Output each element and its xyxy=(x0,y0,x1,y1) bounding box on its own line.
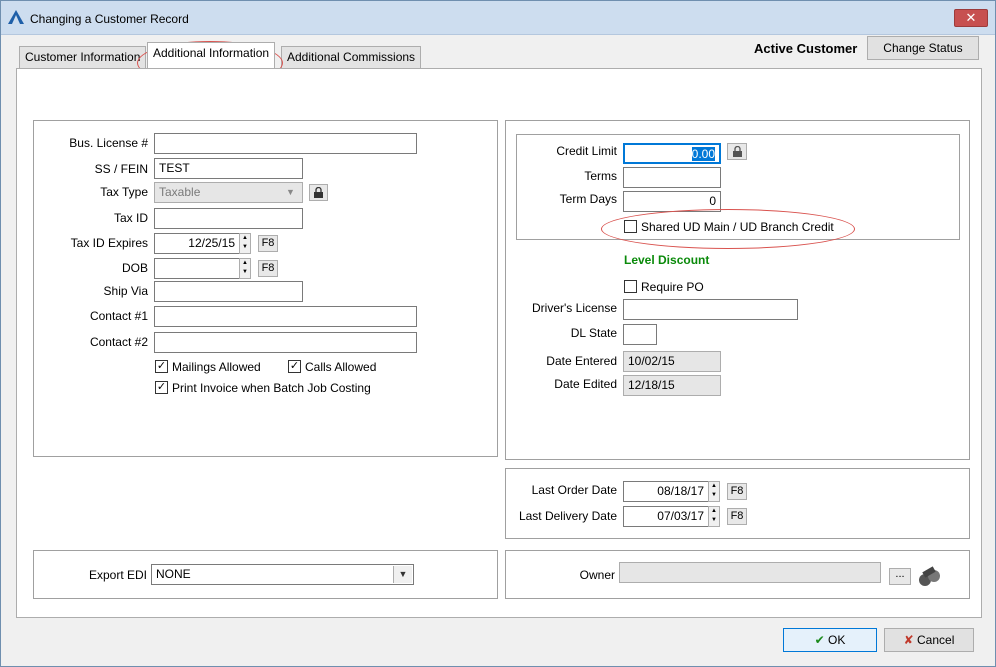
level-discount-label: Level Discount xyxy=(624,253,710,267)
tax-id-expires-input[interactable]: 12/25/15 xyxy=(154,233,240,254)
tax-id-expires-spinner[interactable]: ▲ ▼ xyxy=(239,233,251,254)
ok-label: OK xyxy=(828,633,846,647)
dob-input[interactable] xyxy=(154,258,240,279)
terms-label: Terms xyxy=(584,169,617,183)
owner-input xyxy=(619,562,881,583)
export-edi-label: Export EDI xyxy=(88,568,147,582)
dob-label: DOB xyxy=(121,261,148,275)
tab-customer-information[interactable]: Customer Information xyxy=(19,46,147,68)
last-delivery-date-f8-button[interactable]: F8 xyxy=(727,508,747,525)
term-days-label: Term Days xyxy=(559,192,617,206)
contact2-input[interactable] xyxy=(154,332,417,353)
tax-id-expires-f8-button[interactable]: F8 xyxy=(258,235,278,252)
tab-additional-commissions[interactable]: Additional Commissions xyxy=(281,46,422,68)
credit-limit-lock-icon[interactable] xyxy=(727,143,747,160)
last-order-date-label: Last Order Date xyxy=(531,483,617,497)
last-order-date-input[interactable]: 08/18/17 xyxy=(623,481,709,502)
window-title: Changing a Customer Record xyxy=(30,12,189,26)
ok-button[interactable]: ✔ OK xyxy=(783,628,877,652)
tab-additional-information[interactable]: Additional Information xyxy=(147,42,276,68)
shared-credit-checkbox[interactable] xyxy=(624,220,637,233)
tax-id-expires-label: Tax ID Expires xyxy=(70,236,148,250)
credit-limit-input[interactable]: 0.00 xyxy=(623,143,721,164)
last-delivery-date-label: Last Delivery Date xyxy=(518,509,617,523)
title-bar[interactable]: Changing a Customer Record ✕ xyxy=(1,1,995,35)
ss-fein-input[interactable]: TEST xyxy=(154,158,303,179)
print-invoice-label: Print Invoice when Batch Job Costing xyxy=(172,381,371,395)
bus-license-label: Bus. License # xyxy=(69,136,148,150)
lock-icon[interactable] xyxy=(309,184,328,201)
export-edi-select[interactable]: NONE xyxy=(151,564,414,585)
dl-state-label: DL State xyxy=(570,326,617,340)
calls-allowed-label: Calls Allowed xyxy=(305,360,377,374)
last-delivery-date-input[interactable]: 07/03/17 xyxy=(623,506,709,527)
last-order-date-f8-button[interactable]: F8 xyxy=(727,483,747,500)
last-order-date-spinner[interactable]: ▲ ▼ xyxy=(708,481,720,502)
tax-type-select[interactable]: Taxable xyxy=(154,182,303,203)
date-edited-value: 12/18/15 xyxy=(623,375,721,396)
require-po-label: Require PO xyxy=(641,280,704,294)
dl-state-input[interactable] xyxy=(623,324,657,345)
tax-id-input[interactable] xyxy=(154,208,303,229)
ss-fein-label: SS / FEIN xyxy=(94,162,148,176)
change-status-button[interactable]: Change Status xyxy=(867,36,979,60)
ship-via-input[interactable] xyxy=(154,281,303,302)
calls-allowed-checkbox[interactable]: ✓ xyxy=(288,360,301,373)
credit-limit-label: Credit Limit xyxy=(556,144,617,158)
date-entered-value: 10/02/15 xyxy=(623,351,721,372)
order-dates-group xyxy=(505,468,970,539)
print-invoice-checkbox[interactable]: ✓ xyxy=(155,381,168,394)
shared-credit-label: Shared UD Main / UD Branch Credit xyxy=(641,220,834,234)
cancel-label: Cancel xyxy=(917,633,955,647)
customer-status: Active Customer xyxy=(754,41,858,56)
mailings-allowed-checkbox[interactable]: ✓ xyxy=(155,360,168,373)
terms-input[interactable] xyxy=(623,167,721,188)
bus-license-input[interactable] xyxy=(154,133,417,154)
contact1-label: Contact #1 xyxy=(89,309,148,323)
drivers-license-input[interactable] xyxy=(623,299,798,320)
dob-spinner[interactable]: ▲ ▼ xyxy=(239,258,251,279)
drivers-license-label: Driver's License xyxy=(532,301,617,315)
contact2-label: Contact #2 xyxy=(89,335,148,349)
date-edited-label: Date Edited xyxy=(554,377,617,391)
cancel-button[interactable]: ✘ Cancel xyxy=(884,628,974,652)
require-po-checkbox[interactable] xyxy=(624,280,637,293)
dialog-window: Changing a Customer Record ✕ Customer In… xyxy=(0,0,996,667)
contact1-input[interactable] xyxy=(154,306,417,327)
last-delivery-date-spinner[interactable]: ▲ ▼ xyxy=(708,506,720,527)
ship-via-label: Ship Via xyxy=(103,284,148,298)
owner-label: Owner xyxy=(579,568,615,582)
check-icon: ✔ xyxy=(814,633,825,647)
credit-limit-value: 0.00 xyxy=(691,147,715,161)
x-icon: ✘ xyxy=(903,633,914,647)
app-logo-icon xyxy=(8,10,24,24)
chevron-down-icon: ▼ xyxy=(286,187,295,197)
term-days-input[interactable]: 0 xyxy=(623,191,721,212)
dob-f8-button[interactable]: F8 xyxy=(258,260,278,277)
tax-type-label: Tax Type xyxy=(100,185,148,199)
owner-browse-button[interactable]: ... xyxy=(889,568,911,585)
tax-id-label: Tax ID xyxy=(113,211,148,225)
export-edi-chevron-down-icon[interactable]: ▼ xyxy=(393,566,412,583)
mailings-allowed-label: Mailings Allowed xyxy=(172,360,261,374)
date-entered-label: Date Entered xyxy=(546,354,617,368)
binoculars-icon[interactable] xyxy=(917,566,941,588)
close-button[interactable]: ✕ xyxy=(954,9,988,27)
